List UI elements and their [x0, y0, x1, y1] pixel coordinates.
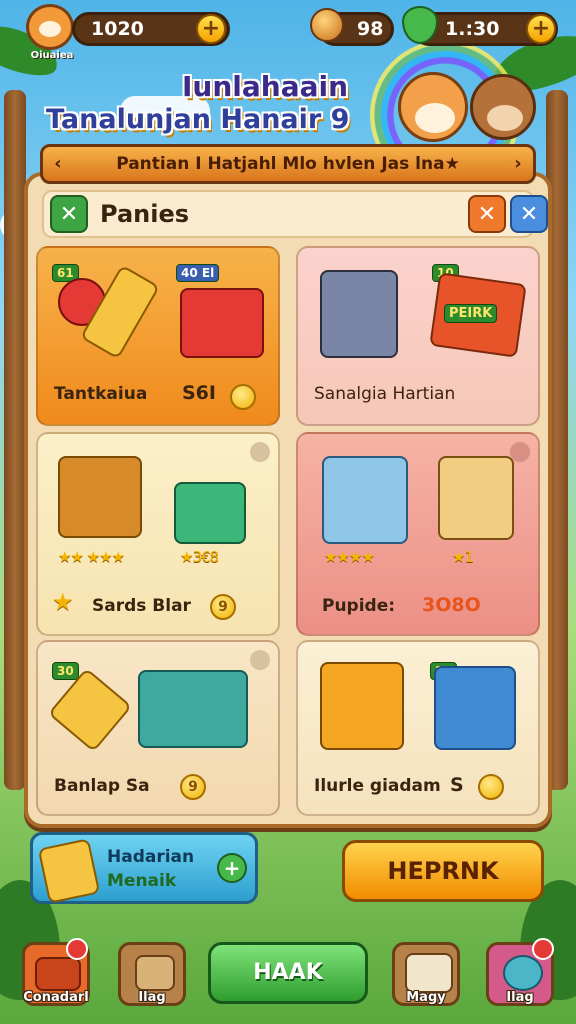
panel-title: Panies: [100, 200, 190, 228]
rating-stars: ★★ ★★★: [58, 548, 125, 566]
rating-stars: ★★★★: [324, 548, 375, 566]
add-gold-button[interactable]: +: [196, 14, 226, 44]
nav-main-button[interactable]: HAAK: [208, 942, 368, 1004]
game-title-line2: Tanalunjan Hanair 9: [46, 104, 350, 135]
book-icon: [405, 953, 453, 993]
promo-card[interactable]: Hadarian Menaik +: [30, 832, 258, 904]
blueprint-icon: [434, 666, 516, 750]
card-badge: 30: [52, 662, 79, 680]
game-title-line1: Iunlahaain: [182, 70, 349, 103]
coin-icon: 9: [180, 774, 206, 800]
coin-icon: [478, 774, 504, 800]
energy-value: 1.:30: [445, 18, 500, 40]
card-name: Ilurle giadam: [314, 776, 441, 796]
camera-icon: [320, 270, 398, 358]
gold-value: 1020: [91, 18, 144, 40]
coin-icon: 9: [210, 594, 236, 620]
shop-card[interactable]: 31 Ilurle giadam S: [296, 640, 540, 816]
card-price: S: [450, 774, 464, 796]
palm-trunk: [4, 90, 26, 790]
add-energy-button[interactable]: +: [526, 14, 556, 44]
close-button-blue[interactable]: ✕: [510, 195, 548, 233]
trophy-icon: [58, 456, 142, 538]
crate-icon: [174, 482, 246, 544]
nav-label: Ilag: [138, 990, 166, 1005]
add-icon[interactable]: +: [217, 853, 247, 883]
shop-card[interactable]: 10 PEIRK Sanalgia Hartian: [296, 246, 540, 426]
banner-left-arrow[interactable]: ‹: [47, 151, 69, 177]
tools-icon: [47, 667, 133, 753]
cat-mascot-orange: [398, 72, 468, 142]
card-name: Pupide:: [322, 596, 396, 616]
card-name: Tantkaiua: [54, 384, 148, 404]
toolbox-icon: [180, 288, 264, 358]
shop-card[interactable]: ★★★★ ★1 Pupide: 3O8O: [296, 432, 540, 636]
gem-value: 98: [357, 18, 384, 40]
banner-right-arrow[interactable]: ›: [507, 151, 529, 177]
card-name: Sards Blar: [92, 596, 191, 616]
player-avatar[interactable]: [26, 4, 74, 50]
card-badge-secondary: 40 El: [176, 264, 220, 282]
pet-icon: [503, 955, 543, 991]
gift-icon: [37, 838, 101, 904]
rating-stars: ★3€8: [180, 548, 219, 566]
notification-dot: [66, 938, 88, 960]
coin-icon: [230, 384, 256, 410]
card-badge-label: PEIRK: [444, 304, 498, 323]
header-banner: ‹ Pantian I Hatjahl Mlo hvlen Jas lna★ ›: [40, 144, 536, 184]
bag-icon: [135, 955, 175, 991]
promo-line2: Menaik: [107, 871, 177, 891]
info-dot: [510, 442, 530, 462]
gem-icon: [310, 8, 344, 42]
rating-stars: ★1: [452, 548, 474, 566]
avatar-name: Oiuaiea: [30, 50, 74, 61]
nav-label: Magy: [406, 990, 446, 1005]
info-dot: [250, 650, 270, 670]
shop-card[interactable]: 61 40 El Tantkaiua S6I: [36, 246, 280, 426]
cart-icon: [138, 670, 248, 748]
card-price: S6I: [182, 382, 216, 404]
promo-line1: Hadarian: [107, 847, 195, 867]
close-icon-green[interactable]: ✕: [50, 195, 88, 233]
shop-card[interactable]: 30 Banlap Sa 9: [36, 640, 280, 816]
shop-card[interactable]: ★★ ★★★ ★3€8 ★ Sards Blar 9: [36, 432, 280, 636]
notification-dot: [532, 938, 554, 960]
banner-text: Pantian I Hatjahl Mlo hvlen Jas lna★: [116, 154, 460, 174]
close-button-orange[interactable]: ✕: [468, 195, 506, 233]
star-icon: ★: [52, 588, 74, 616]
mirror-icon: [322, 456, 408, 544]
cat-mascot-brown: [470, 74, 536, 140]
panel-header: ✕ Panies ✕ ✕: [42, 190, 548, 238]
primary-action-button[interactable]: HEPRNK: [342, 840, 544, 902]
card-name: Sanalgia Hartian: [314, 384, 456, 404]
card-name: Banlap Sa: [54, 776, 150, 796]
toy-box-icon: [320, 662, 404, 750]
info-dot: [250, 442, 270, 462]
nav-label: Ilag: [506, 990, 534, 1005]
card-price: 3O8O: [422, 594, 481, 616]
toolbox-icon: [35, 957, 81, 991]
cat-portrait-icon: [438, 456, 514, 540]
nav-label: Conadarl: [23, 990, 89, 1005]
